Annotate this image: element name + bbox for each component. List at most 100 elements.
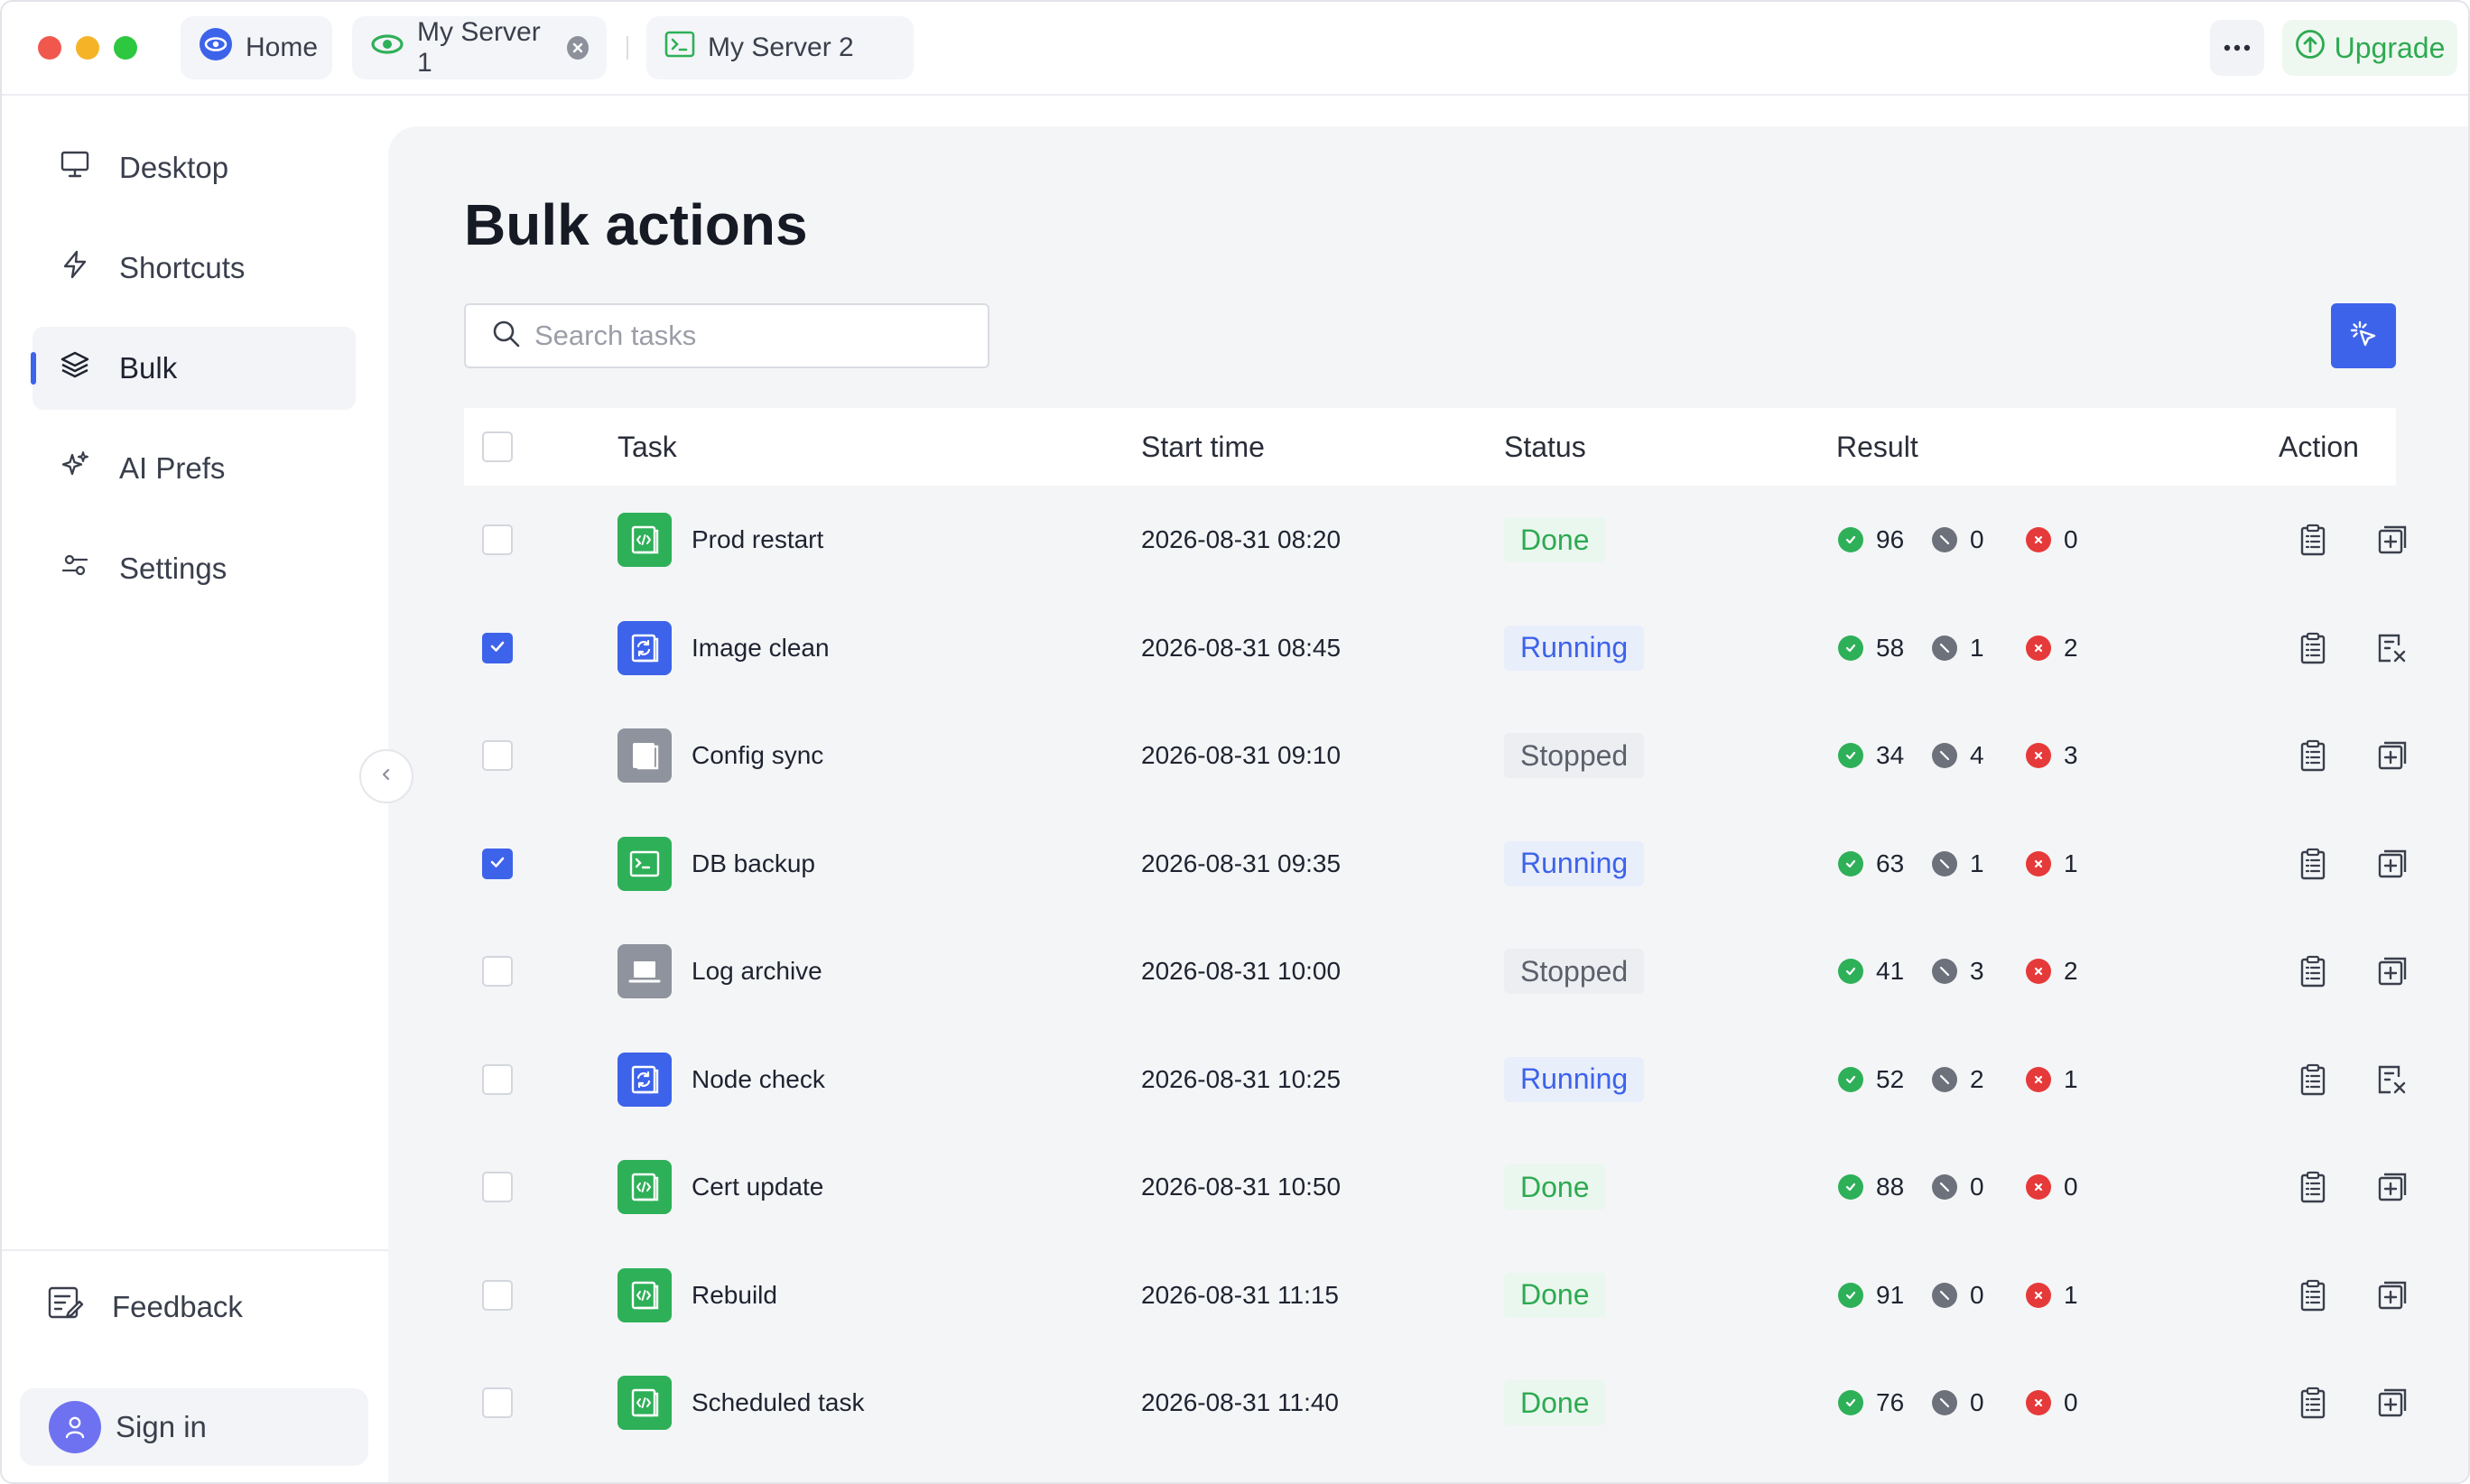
view-log-icon[interactable]	[2293, 628, 2333, 668]
table-row[interactable]: Config sync 2026-08-31 09:10 Stopped 34 …	[464, 701, 2407, 810]
row-checkbox[interactable]	[482, 1063, 513, 1095]
row-checkbox[interactable]	[482, 1387, 513, 1418]
row-checkbox[interactable]	[482, 740, 513, 771]
cancel-task-icon[interactable]	[2372, 628, 2412, 668]
more-options-button[interactable]	[2210, 20, 2264, 76]
view-log-icon[interactable]	[2293, 1383, 2333, 1423]
bulk-run-button[interactable]	[2331, 303, 2396, 368]
view-log-icon[interactable]	[2293, 844, 2333, 884]
search-input[interactable]	[534, 320, 968, 352]
table-row[interactable]: Rebuild 2026-08-31 11:15 Done 91 0 1	[464, 1241, 2407, 1350]
task-name[interactable]: Scheduled task	[692, 1388, 864, 1417]
sidebar-item-shortcuts[interactable]: Shortcuts	[32, 227, 356, 310]
task-name[interactable]: Log archive	[692, 957, 822, 986]
result-success: 63	[1838, 849, 1932, 878]
row-select-cell	[482, 1133, 513, 1241]
table-row[interactable]: Log archive 2026-08-31 10:00 Stopped 41 …	[464, 917, 2407, 1025]
title-bar: Home My Server 1 My Server 2 Upgrade	[2, 2, 2468, 96]
row-checkbox[interactable]	[482, 956, 513, 987]
zoom-window-button[interactable]	[114, 36, 137, 60]
result-skipped: 0	[1932, 525, 2026, 554]
error-circle-icon	[2026, 959, 2051, 984]
close-window-button[interactable]	[38, 36, 61, 60]
skipped-count: 2	[1970, 1064, 1984, 1093]
code-icon	[618, 1160, 672, 1214]
sidebar-item-ai-prefs[interactable]: AI Prefs	[32, 427, 356, 510]
tab-home[interactable]: Home	[181, 16, 332, 79]
collapse-sidebar-button[interactable]	[359, 749, 413, 803]
task-name[interactable]: Config sync	[692, 741, 823, 770]
table-row[interactable]: Node check 2026-08-31 10:25 Running 52 2…	[464, 1025, 2406, 1134]
add-task-icon[interactable]	[2372, 736, 2412, 775]
add-task-icon[interactable]	[2372, 1167, 2412, 1207]
table-row[interactable]: Image clean 2026-08-31 08:45 Running 58 …	[464, 594, 2406, 702]
upgrade-button[interactable]: Upgrade	[2282, 20, 2457, 76]
select-all-checkbox[interactable]	[482, 431, 513, 462]
task-name[interactable]: Rebuild	[692, 1281, 777, 1310]
row-checkbox[interactable]	[482, 632, 513, 663]
row-checkbox[interactable]	[482, 1172, 513, 1202]
sidebar-item-bulk[interactable]: Bulk	[31, 327, 356, 410]
add-task-icon[interactable]	[2372, 951, 2412, 991]
view-log-icon[interactable]	[2293, 736, 2333, 775]
view-log-icon[interactable]	[2293, 1275, 2333, 1315]
success-count: 76	[1876, 1388, 1905, 1416]
view-log-icon[interactable]	[2293, 1167, 2333, 1207]
task-cell: Scheduled task	[618, 1349, 864, 1457]
add-task-icon[interactable]	[2372, 520, 2412, 560]
action-cell	[2293, 1025, 2333, 1134]
tab-my-server-1[interactable]: My Server 1	[352, 16, 607, 79]
result-success: 58	[1838, 634, 1932, 663]
view-log-icon[interactable]	[2293, 520, 2333, 560]
status-cell: Stopped	[1504, 701, 1645, 810]
result-success: 76	[1838, 1388, 1932, 1417]
app-window: Home My Server 1 My Server 2 Upgrade Des…	[0, 0, 2470, 1484]
add-task-icon[interactable]	[2372, 1383, 2412, 1423]
failed-count: 1	[2064, 1064, 2078, 1093]
table-row[interactable]: Scheduled task 2026-08-31 11:40 Done 76 …	[464, 1349, 2407, 1457]
task-name[interactable]: Image clean	[692, 634, 830, 663]
sign-in-button[interactable]: Sign in	[20, 1388, 368, 1466]
feedback-button[interactable]: Feedback	[47, 1285, 243, 1329]
close-icon[interactable]	[566, 36, 589, 60]
select-all-cell	[482, 408, 513, 486]
result-failed: 3	[2026, 741, 2120, 770]
view-log-icon[interactable]	[2293, 1060, 2333, 1099]
cancel-task-icon[interactable]	[2372, 1060, 2412, 1099]
add-task-icon[interactable]	[2372, 844, 2412, 884]
sidebar-item-settings[interactable]: Settings	[32, 527, 356, 610]
start-time: 2026-08-31 09:35	[1141, 849, 1342, 877]
success-count: 91	[1876, 1280, 1905, 1309]
column-header-result: Result	[1836, 430, 1918, 463]
table-row[interactable]: Cert update 2026-08-31 10:50 Done 88 0 0	[464, 1133, 2407, 1241]
view-log-icon[interactable]	[2293, 951, 2333, 991]
row-select-cell	[482, 1349, 513, 1457]
task-name[interactable]: Cert update	[692, 1173, 823, 1201]
row-checkbox[interactable]	[482, 524, 513, 555]
refresh-icon	[618, 1052, 672, 1107]
status-cell: Done	[1504, 1349, 1606, 1457]
success-count: 52	[1876, 1064, 1905, 1093]
column-header-status: Status	[1504, 430, 1586, 463]
row-select-cell	[482, 917, 513, 1025]
task-name[interactable]: Node check	[692, 1065, 825, 1094]
laptop-icon	[618, 944, 672, 998]
status-badge: Done	[1504, 1164, 1606, 1210]
column-header-task: Task	[618, 430, 677, 463]
skip-circle-icon	[1932, 959, 1957, 984]
task-cell: Log archive	[618, 917, 822, 1025]
table-row[interactable]: Prod restart 2026-08-31 08:20 Done 96 0 …	[464, 486, 2407, 594]
add-task-icon[interactable]	[2372, 1275, 2412, 1315]
result-success: 88	[1838, 1173, 1932, 1201]
row-checkbox[interactable]	[482, 1279, 513, 1311]
column-header-action: Action	[2279, 430, 2359, 463]
table-row[interactable]: DB backup 2026-08-31 09:35 Running 63 1 …	[464, 810, 2407, 918]
tab-my-server-2[interactable]: My Server 2	[646, 16, 914, 79]
row-checkbox[interactable]	[482, 848, 513, 879]
task-name[interactable]: Prod restart	[692, 525, 823, 554]
error-circle-icon	[2026, 1282, 2051, 1308]
sidebar-item-label: Bulk	[119, 351, 178, 385]
task-name[interactable]: DB backup	[692, 849, 815, 878]
sidebar-item-desktop[interactable]: Desktop	[32, 126, 356, 209]
minimize-window-button[interactable]	[76, 36, 99, 60]
